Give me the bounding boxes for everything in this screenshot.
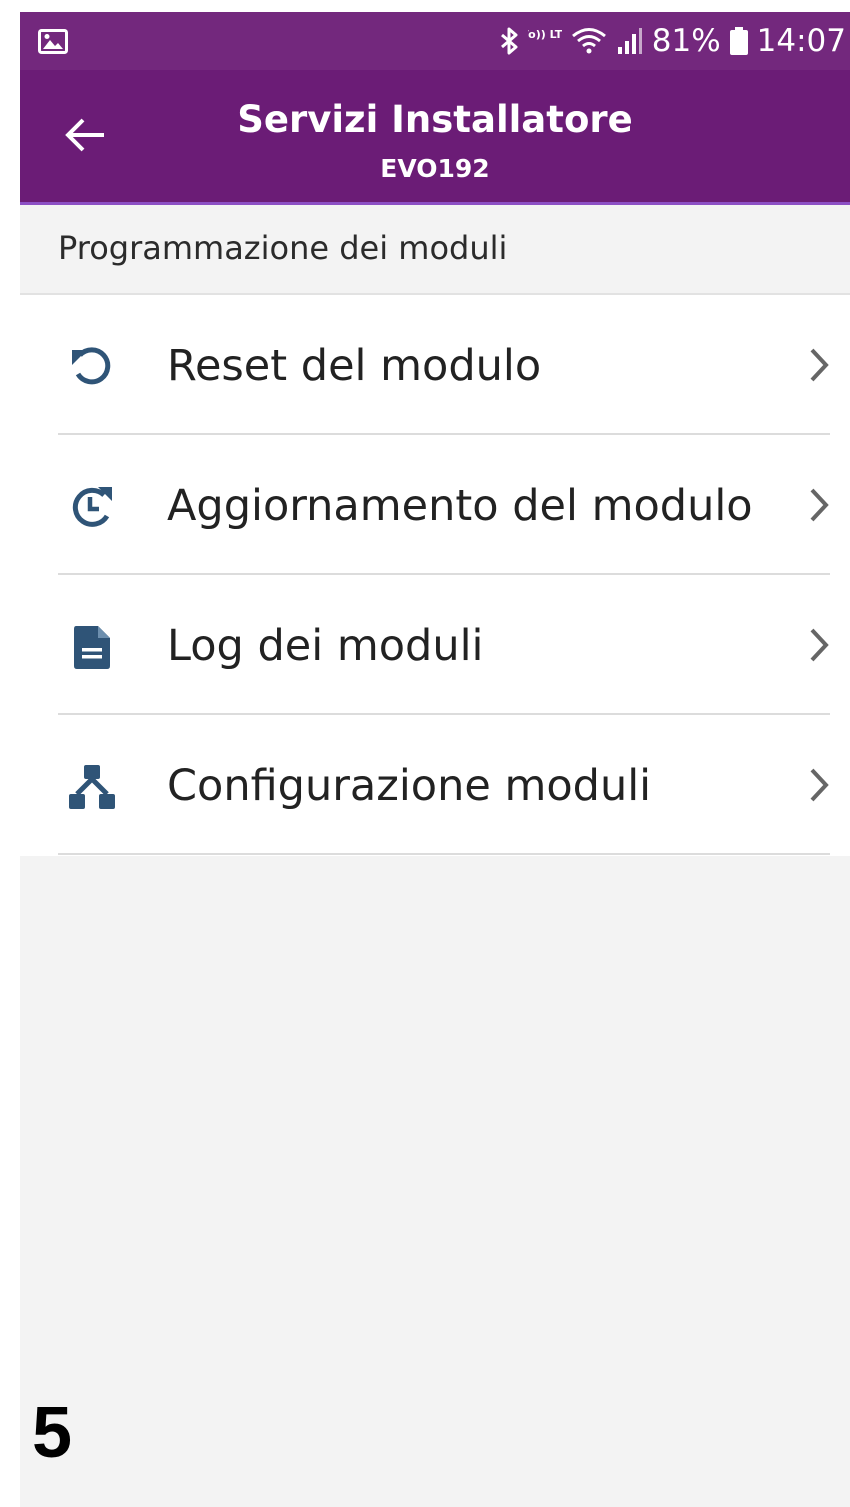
- reset-icon: [72, 347, 111, 385]
- chevron-right-icon: [810, 348, 829, 382]
- status-bar: Vo)) LTE 81% 14:07: [20, 12, 850, 70]
- battery-percent: 81%: [651, 23, 721, 59]
- menu-item-reset[interactable]: Reset del modulo: [20, 295, 850, 435]
- signal-icon: [617, 28, 642, 54]
- phone-screen: Vo)) LTE 81% 14:07: [20, 12, 850, 1507]
- chevron-right-icon: [810, 628, 829, 662]
- status-icons: Vo)) LTE 81% 14:07: [498, 12, 846, 70]
- chevron-right-icon: [810, 768, 829, 802]
- page-number: 5: [32, 1393, 73, 1473]
- network-icon: [69, 765, 115, 809]
- wifi-icon: [571, 28, 606, 54]
- menu-list: Reset del modulo Aggiornamento del modul…: [20, 295, 850, 856]
- menu-item-log[interactable]: Log dei moduli: [20, 575, 850, 715]
- menu-item-label: Configurazione moduli: [167, 761, 652, 811]
- app-bar: Servizi Installatore EVO192: [20, 70, 850, 205]
- battery-icon: [729, 27, 748, 55]
- volte-icon: Vo)) LTE: [528, 28, 562, 41]
- menu-item-label: Reset del modulo: [167, 341, 542, 391]
- menu-item-update[interactable]: Aggiornamento del modulo: [20, 435, 850, 575]
- menu-item-label: Aggiornamento del modulo: [167, 481, 753, 531]
- bluetooth-icon: [500, 27, 518, 55]
- menu-item-label: Log dei moduli: [167, 621, 484, 671]
- chevron-right-icon: [810, 488, 829, 522]
- volte-top: Vo)) LTE: [528, 28, 562, 41]
- gallery-icon: [38, 29, 68, 54]
- page-subtitle: EVO192: [380, 154, 490, 183]
- section-header: Programmazione dei moduli: [20, 205, 850, 295]
- divider: [58, 853, 830, 855]
- page-title: Servizi Installatore: [237, 98, 633, 141]
- clock: 14:07: [756, 23, 846, 59]
- section-title: Programmazione dei moduli: [58, 229, 508, 267]
- document-icon: [74, 626, 110, 669]
- menu-item-configuration[interactable]: Configurazione moduli: [20, 715, 850, 855]
- update-icon: [72, 487, 112, 527]
